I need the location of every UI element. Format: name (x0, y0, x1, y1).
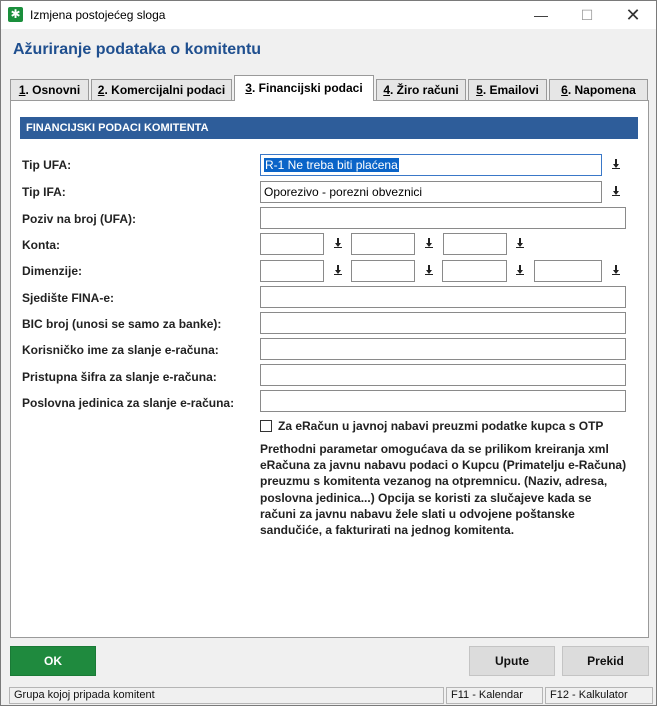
poziv-na-broj-input[interactable] (260, 207, 626, 229)
ok-button[interactable]: OK (10, 646, 96, 676)
tip-ufa-label: Tip UFA: (22, 158, 72, 172)
arrow-down-icon (425, 238, 433, 248)
tip-ifa-value: Oporezivo - porezni obveznici (264, 185, 423, 199)
poziv-na-broj-label: Poziv na broj (UFA): (22, 212, 136, 226)
poslovna-jedinica-label: Poslovna jedinica za slanje e-računa: (22, 396, 235, 410)
dimenzije-input-4[interactable] (534, 260, 602, 282)
close-button[interactable]: ✕ (610, 1, 656, 29)
status-text: Grupa kojoj pripada komitent (9, 687, 444, 704)
maximize-button[interactable]: ☐ (564, 1, 610, 29)
arrow-down-icon (612, 159, 620, 169)
tip-ifa-select[interactable]: Oporezivo - porezni obveznici (260, 181, 602, 203)
konta-dropdown-button-3[interactable] (509, 233, 531, 255)
upute-button[interactable]: Upute (469, 646, 555, 676)
poslovna-jedinica-input[interactable] (260, 390, 626, 412)
tip-ifa-label: Tip IFA: (22, 185, 66, 199)
pristupna-sifra-input[interactable] (260, 364, 626, 386)
tip-ufa-value: R-1 Ne treba biti plaćena (264, 158, 399, 172)
section-header: FINANCIJSKI PODACI KOMITENTA (20, 117, 638, 139)
title-bar: ✱ Izmjena postojećeg sloga — ☐ ✕ (1, 1, 656, 29)
bic-label: BIC broj (unosi se samo za banke): (22, 317, 222, 331)
tip-ufa-select[interactable]: R-1 Ne treba biti plaćena (260, 154, 602, 176)
dimenzije-input-3[interactable] (442, 260, 507, 282)
konta-dropdown-button-2[interactable] (418, 233, 440, 255)
otp-checkbox-label[interactable]: Za eRačun u javnoj nabavi preuzmi podatk… (278, 419, 603, 433)
pristupna-sifra-label: Pristupna šifra za slanje e-računa: (22, 370, 217, 384)
konta-input-3[interactable] (443, 233, 507, 255)
dimenzije-dropdown-button-4[interactable] (605, 260, 627, 282)
arrow-down-icon (334, 265, 342, 275)
korisnicko-ime-label: Korisničko ime za slanje e-računa: (22, 343, 219, 357)
status-f12: F12 - Kalkulator (545, 687, 653, 704)
tab-osnovni[interactable]: 1. Osnovni (10, 79, 89, 100)
dimenzije-dropdown-button-1[interactable] (327, 260, 349, 282)
arrow-down-icon (425, 265, 433, 275)
arrow-down-icon (516, 265, 524, 275)
korisnicko-ime-input[interactable] (260, 338, 626, 360)
dimenzije-input-1[interactable] (260, 260, 324, 282)
arrow-down-icon (334, 238, 342, 248)
konta-dropdown-button-1[interactable] (327, 233, 349, 255)
sjediste-fina-input[interactable] (260, 286, 626, 308)
arrow-down-icon (516, 238, 524, 248)
tab-ziro-racuni[interactable]: 4. Žiro računi (376, 79, 466, 100)
dimenzije-dropdown-button-2[interactable] (418, 260, 440, 282)
sjediste-fina-label: Sjedište FINA-e: (22, 291, 115, 305)
status-f11: F11 - Kalendar (446, 687, 543, 704)
arrow-down-icon (612, 186, 620, 196)
help-note: Prethodni parametar omogućava da se pril… (260, 442, 627, 538)
app-icon: ✱ (8, 7, 23, 22)
minimize-button[interactable]: — (518, 1, 564, 29)
arrow-down-icon (612, 265, 620, 275)
page-title: Ažuriranje podataka o komitentu (13, 41, 262, 58)
konta-input-2[interactable] (351, 233, 415, 255)
tip-ifa-dropdown-button[interactable] (605, 181, 627, 203)
tab-napomena[interactable]: 6. Napomena (549, 79, 648, 100)
dimenzije-label: Dimenzije: (22, 264, 83, 278)
tip-ufa-dropdown-button[interactable] (605, 154, 627, 176)
bic-input[interactable] (260, 312, 626, 334)
dimenzije-dropdown-button-3[interactable] (509, 260, 531, 282)
tab-emailovi[interactable]: 5. Emailovi (468, 79, 547, 100)
prekid-button[interactable]: Prekid (562, 646, 649, 676)
konta-input-1[interactable] (260, 233, 324, 255)
konta-label: Konta: (22, 238, 60, 252)
tab-financijski-podaci[interactable]: 3. Financijski podaci (234, 75, 374, 101)
otp-checkbox[interactable] (260, 420, 272, 432)
dialog-window: ✱ Izmjena postojećeg sloga — ☐ ✕ Ažurira… (0, 0, 657, 706)
tab-komercijalni-podaci[interactable]: 2. Komercijalni podaci (91, 79, 232, 100)
window-title: Izmjena postojećeg sloga (30, 8, 166, 22)
dimenzije-input-2[interactable] (351, 260, 415, 282)
